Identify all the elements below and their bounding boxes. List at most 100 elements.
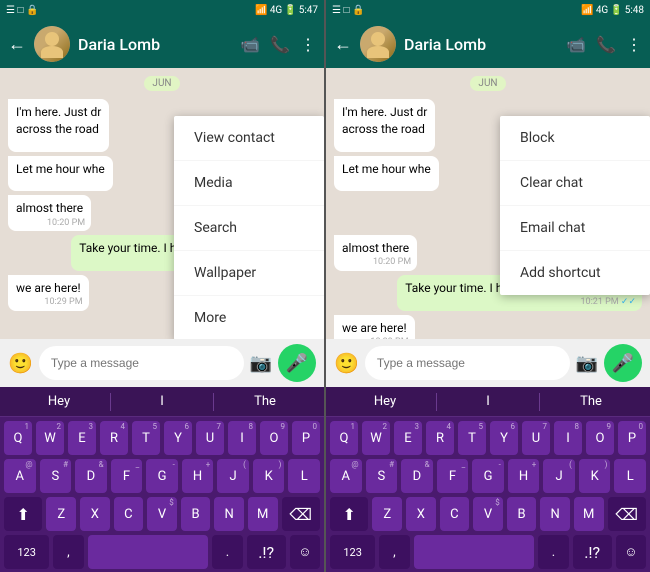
key-t2[interactable]: T5 [458,421,486,455]
menu-item-clear-chat[interactable]: Clear chat [500,161,650,206]
key-comma2[interactable]: , [379,535,409,569]
key-c2[interactable]: C [440,497,470,531]
key-b[interactable]: B [181,497,211,531]
key-y2[interactable]: Y6 [490,421,518,455]
key-j[interactable]: J( [217,459,249,493]
back-button-1[interactable]: ← [8,34,26,55]
suggestion-i-2[interactable]: I [437,394,539,409]
key-space2[interactable] [414,535,535,569]
key-f[interactable]: F_ [111,459,143,493]
key-h2[interactable]: H+ [508,459,540,493]
menu-item-media[interactable]: Media [174,161,324,206]
key-m2[interactable]: M [574,497,604,531]
key-j2[interactable]: J( [543,459,575,493]
key-u[interactable]: U7 [196,421,224,455]
key-a[interactable]: A@ [4,459,36,493]
key-o2[interactable]: O9 [586,421,614,455]
key-n2[interactable]: N [540,497,570,531]
key-k[interactable]: K) [253,459,285,493]
key-numbers[interactable]: 123 [4,535,49,569]
key-shift2[interactable]: ⬆ [330,497,368,531]
contact-name-1[interactable]: Daria Lomb [78,35,232,54]
key-e2[interactable]: E3 [394,421,422,455]
key-enter[interactable]: .!? [247,535,286,569]
key-q[interactable]: Q1 [4,421,32,455]
suggestion-the-1[interactable]: The [214,394,316,409]
key-delete2[interactable]: ⌫ [608,497,646,531]
contact-avatar-2[interactable] [360,26,396,62]
key-z[interactable]: Z [46,497,76,531]
key-o[interactable]: O9 [260,421,288,455]
key-u2[interactable]: U7 [522,421,550,455]
key-s[interactable]: S# [40,459,72,493]
emoji-button-2[interactable]: 🙂 [334,351,359,375]
suggestion-the-2[interactable]: The [540,394,642,409]
key-k2[interactable]: K) [579,459,611,493]
key-r[interactable]: R4 [100,421,128,455]
contact-name-2[interactable]: Daria Lomb [404,35,558,54]
key-space[interactable] [88,535,209,569]
key-e[interactable]: E3 [68,421,96,455]
menu-item-add-shortcut[interactable]: Add shortcut [500,251,650,295]
key-numbers2[interactable]: 123 [330,535,375,569]
call-icon-2[interactable]: 📞 [596,35,616,54]
back-button-2[interactable]: ← [334,34,352,55]
key-d2[interactable]: D& [401,459,433,493]
key-delete[interactable]: ⌫ [282,497,320,531]
menu-item-wallpaper[interactable]: Wallpaper [174,251,324,296]
key-x2[interactable]: X [406,497,436,531]
suggestion-i-1[interactable]: I [111,394,213,409]
camera-button-1[interactable]: 📷 [250,353,272,374]
key-period2[interactable]: . [538,535,568,569]
camera-button-2[interactable]: 📷 [576,353,598,374]
key-t[interactable]: T5 [132,421,160,455]
suggestion-hey-2[interactable]: Hey [334,394,436,409]
key-w2[interactable]: W2 [362,421,390,455]
key-p[interactable]: P0 [292,421,320,455]
call-icon-1[interactable]: 📞 [270,35,290,54]
key-s2[interactable]: S# [366,459,398,493]
key-p2[interactable]: P0 [618,421,646,455]
message-input-2[interactable] [365,346,570,380]
key-d[interactable]: D& [75,459,107,493]
video-call-icon-1[interactable]: 📹 [240,35,260,54]
key-v[interactable]: V$ [147,497,177,531]
key-w[interactable]: W2 [36,421,64,455]
menu-item-more[interactable]: More [174,296,324,339]
emoji-button-1[interactable]: 🙂 [8,351,33,375]
key-emoji2[interactable]: ☺ [616,535,646,569]
key-y[interactable]: Y6 [164,421,192,455]
key-v2[interactable]: V$ [473,497,503,531]
menu-item-view-contact[interactable]: View contact [174,116,324,161]
key-emoji[interactable]: ☺ [290,535,320,569]
menu-item-email-chat[interactable]: Email chat [500,206,650,251]
video-call-icon-2[interactable]: 📹 [566,35,586,54]
suggestion-hey-1[interactable]: Hey [8,394,110,409]
mic-button-2[interactable]: 🎤 [604,344,642,382]
key-x[interactable]: X [80,497,110,531]
key-z2[interactable]: Z [372,497,402,531]
key-b2[interactable]: B [507,497,537,531]
contact-avatar-1[interactable] [34,26,70,62]
key-m[interactable]: M [248,497,278,531]
key-q2[interactable]: Q1 [330,421,358,455]
more-options-icon-1[interactable]: ⋮ [300,35,316,54]
key-i2[interactable]: I8 [554,421,582,455]
key-enter2[interactable]: .!? [573,535,612,569]
key-f2[interactable]: F_ [437,459,469,493]
key-g2[interactable]: G- [472,459,504,493]
message-input-1[interactable] [39,346,244,380]
mic-button-1[interactable]: 🎤 [278,344,316,382]
key-r2[interactable]: R4 [426,421,454,455]
key-a2[interactable]: A@ [330,459,362,493]
key-l2[interactable]: L [614,459,646,493]
key-period[interactable]: . [212,535,242,569]
key-g[interactable]: G- [146,459,178,493]
menu-item-search[interactable]: Search [174,206,324,251]
more-options-icon-2[interactable]: ⋮ [626,35,642,54]
key-l[interactable]: L [288,459,320,493]
key-h[interactable]: H+ [182,459,214,493]
menu-item-block[interactable]: Block [500,116,650,161]
key-comma[interactable]: , [53,535,83,569]
key-n[interactable]: N [214,497,244,531]
